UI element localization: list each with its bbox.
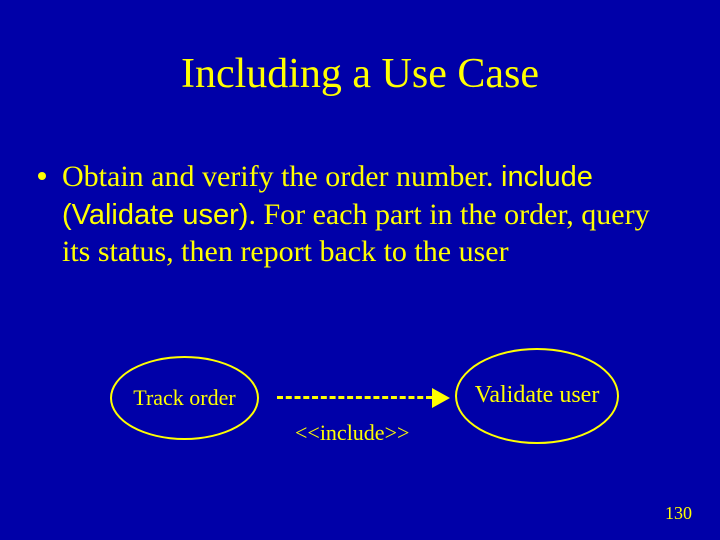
usecase-diagram: Track order <<include>> Validate user xyxy=(0,348,720,488)
arrow-head-icon xyxy=(432,388,450,408)
include-arrow-icon xyxy=(277,396,432,400)
bullet-item: Obtain and verify the order number. incl… xyxy=(62,158,660,271)
usecase-validate-user: Validate user xyxy=(455,348,619,444)
slide: Including a Use Case Obtain and verify t… xyxy=(0,0,720,540)
page-number: 130 xyxy=(665,503,692,524)
bullet-text-1: Obtain and verify the order number. xyxy=(62,160,501,193)
usecase-left-label: Track order xyxy=(133,385,235,410)
bullet-marker-icon xyxy=(38,172,46,180)
usecase-track-order: Track order xyxy=(110,356,259,440)
include-stereotype-label: <<include>> xyxy=(295,420,409,446)
usecase-right-label: Validate user xyxy=(475,382,600,410)
slide-title: Including a Use Case xyxy=(0,50,720,98)
arrow-shaft xyxy=(277,396,432,399)
